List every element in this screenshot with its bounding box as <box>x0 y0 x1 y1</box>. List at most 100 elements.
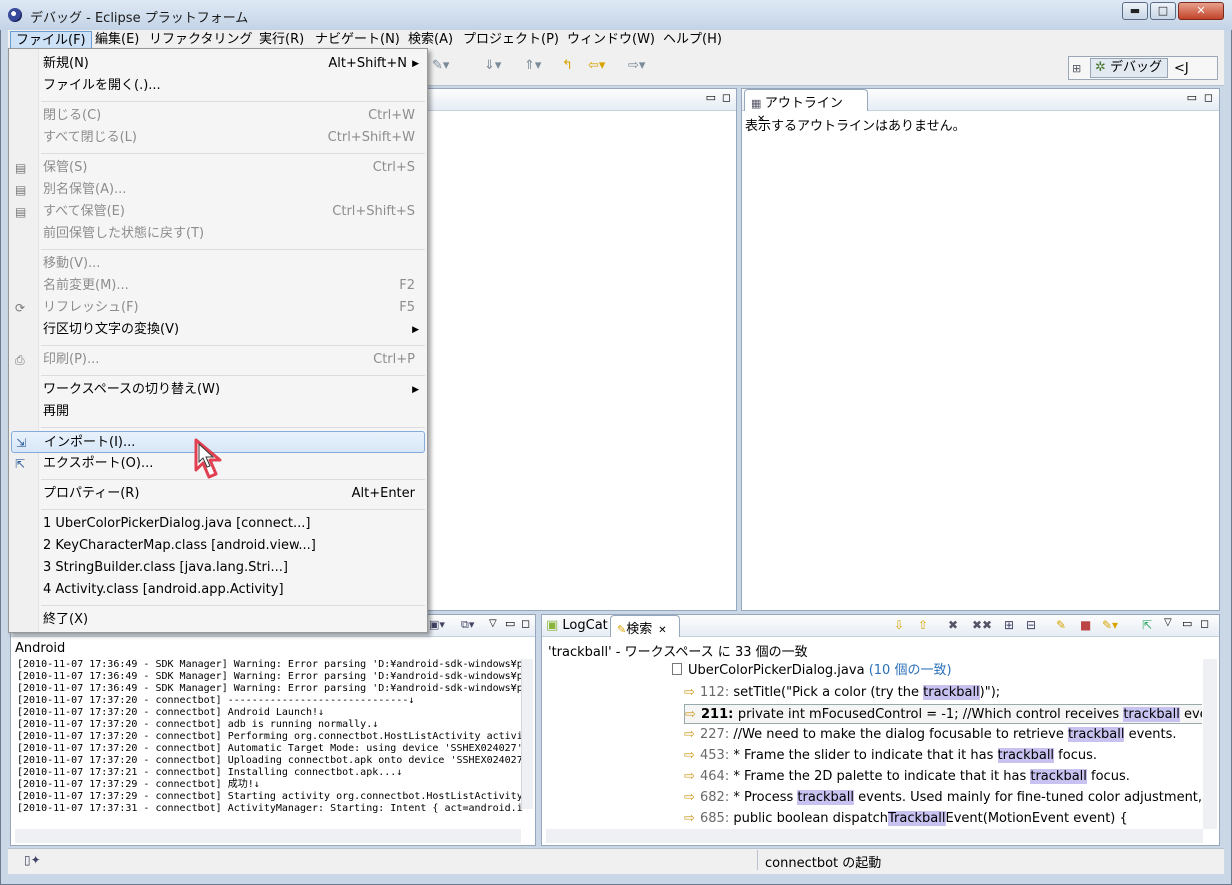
menu-item-convert-line-delimiters[interactable]: 行区切り文字の変換(V) ▶ <box>11 319 425 341</box>
menu-separator <box>41 509 425 510</box>
search-history-icon[interactable]: ✎▾ <box>1102 618 1118 632</box>
search-match-row[interactable]: ⇨ 211: private int mFocusedControl = -1; … <box>684 704 1202 724</box>
next-match-icon[interactable]: ⇩ <box>894 618 904 632</box>
forward-icon[interactable]: ⇨▾ <box>628 58 645 73</box>
menu-accelerator: Ctrl+P <box>373 352 415 367</box>
search-match-row[interactable]: ⇨ 453: * Frame the slider to indicate tha… <box>684 746 1097 766</box>
menu-accelerator: F5 <box>399 300 415 315</box>
menu-item-recent-1[interactable]: 1 UberColorPickerDialog.java [connect...… <box>11 513 425 535</box>
menu-item-save[interactable]: ▤ 保管(S) Ctrl+S <box>11 157 425 179</box>
menu-item-revert[interactable]: 前回保管した状態に戻す(T) <box>11 223 425 245</box>
java-perspective-button[interactable]: <J <box>1174 61 1189 76</box>
menu-item-recent-4[interactable]: 4 Activity.class [android.app.Activity] <box>11 579 425 601</box>
search-match-row[interactable]: ⇨ 682: * Process trackball events. Used m… <box>684 788 1202 808</box>
debug-perspective-button[interactable]: ✲ デバッグ <box>1090 58 1168 78</box>
menu-navigate[interactable]: ナビゲート(N) <box>310 31 405 49</box>
menu-accelerator: Ctrl+S <box>372 160 415 175</box>
expand-all-icon[interactable]: ⊞ <box>1004 618 1014 632</box>
prev-match-icon[interactable]: ⇧ <box>918 618 928 632</box>
search-vertical-scrollbar[interactable] <box>1203 659 1217 829</box>
menu-item-exit[interactable]: 終了(X) <box>11 609 425 631</box>
search-match-row[interactable]: ⇨ 227: //We need to make the dialog focus… <box>684 725 1177 745</box>
fast-view-icon[interactable]: ▯✦ <box>24 853 41 867</box>
menu-label: すべて閉じる(L) <box>43 130 137 145</box>
menu-label: 別名保管(A)... <box>43 182 127 197</box>
search-horizontal-scrollbar[interactable] <box>546 829 1203 843</box>
view-menu-icon[interactable]: ▽ <box>489 618 497 629</box>
maximize-view-icon[interactable]: ◻ <box>1204 91 1213 104</box>
result-file-name: UberColorPickerDialog.java <box>688 663 865 678</box>
search-match-row[interactable]: ⇨ 112: setTitle("Pick a color (try the tr… <box>684 683 1000 703</box>
outline-view: ▦ アウトライン ✕ ▭ ◻ 表示するアウトラインはありません。 <box>741 88 1220 611</box>
console-line: [2010-11-07 17:36:49 - SDK Manager] Warn… <box>17 683 523 694</box>
menu-item-move[interactable]: 移動(V)... <box>11 253 425 275</box>
menu-item-restart[interactable]: 再開 <box>11 401 425 423</box>
menu-run[interactable]: 実行(R) <box>254 31 309 49</box>
back-icon[interactable]: ⇦▾ <box>588 58 605 73</box>
collapse-all-icon[interactable]: ⊟ <box>1026 618 1036 632</box>
open-perspective-icon[interactable]: ⊞ <box>1072 62 1081 75</box>
menu-item-print[interactable]: ⎙ 印刷(P)... Ctrl+P <box>11 349 425 371</box>
menu-item-save-as[interactable]: ▤ 別名保管(A)... <box>11 179 425 201</box>
pin-view-icon[interactable]: ⇱ <box>1142 618 1152 632</box>
menu-item-refresh[interactable]: ⟳ リフレッシュ(F) F5 <box>11 297 425 319</box>
menu-label: 再開 <box>43 404 70 419</box>
last-edit-icon[interactable]: ↰ <box>562 58 573 73</box>
console-vertical-scrollbar[interactable] <box>521 659 533 809</box>
minimize-button[interactable]: ▬ <box>1122 2 1148 20</box>
display-console-icon[interactable]: ▣▾ <box>429 618 445 631</box>
menu-item-rename[interactable]: 名前変更(M)... F2 <box>11 275 425 297</box>
match-arrow-icon: ⇨ <box>684 748 695 763</box>
minimize-view-icon[interactable]: ▭ <box>1187 91 1197 104</box>
menu-item-recent-2[interactable]: 2 KeyCharacterMap.class [android.view...… <box>11 535 425 557</box>
next-annotation-icon[interactable]: ⇓▾ <box>484 58 501 73</box>
tab-logcat[interactable]: ▣ LogCat <box>546 618 608 633</box>
maximize-view-icon[interactable]: ◻ <box>521 617 530 630</box>
view-menu-icon[interactable]: ▽ <box>1164 617 1172 628</box>
console-horizontal-scrollbar[interactable] <box>15 829 521 843</box>
match-text: events. Used mainly for fine-tuned color… <box>858 790 1202 805</box>
menu-item-switch-workspace[interactable]: ワークスペースの切り替え(W) ▶ <box>11 379 425 401</box>
search-match-row[interactable]: ⇨ 685: public boolean dispatchTrackballEv… <box>684 809 1128 829</box>
menu-help[interactable]: ヘルプ(H) <box>658 31 727 49</box>
minimize-view-icon[interactable]: ▭ <box>505 617 515 630</box>
minimize-view-icon[interactable]: ▭ <box>1182 617 1192 630</box>
remove-match-icon[interactable]: ✖ <box>948 618 958 632</box>
menu-item-close-all[interactable]: すべて閉じる(L) Ctrl+Shift+W <box>11 127 425 149</box>
close-button[interactable]: ✕ <box>1178 2 1224 20</box>
result-file-node[interactable]: UberColorPickerDialog.java (10 個の一致) <box>672 661 952 681</box>
menu-refactor[interactable]: リファクタリング <box>144 31 257 49</box>
menu-item-save-all[interactable]: ▤ すべて保管(E) Ctrl+Shift+S <box>11 201 425 223</box>
run-search-icon[interactable]: ✎ <box>1056 618 1066 632</box>
tab-search[interactable]: ✎検索 ✕ <box>610 615 680 637</box>
menu-file[interactable]: ファイル(F) <box>10 31 92 49</box>
menu-item-close[interactable]: 閉じる(C) Ctrl+W <box>11 105 425 127</box>
match-highlight: trackball <box>923 685 980 700</box>
maximize-view-icon[interactable]: ◻ <box>1200 617 1209 630</box>
external-tools-icon[interactable]: ✎▾ <box>432 58 449 73</box>
menu-item-open-file[interactable]: ファイルを開く(.)... <box>11 75 425 97</box>
minimize-view-icon[interactable]: ▭ <box>706 91 716 104</box>
open-console-icon[interactable]: ⧉▾ <box>461 618 474 632</box>
remove-all-icon[interactable]: ✖✖ <box>972 618 992 632</box>
search-match-row[interactable]: ⇨ 464: * Frame the 2D palette to indicate… <box>684 767 1130 787</box>
window-title: デバッグ - Eclipse プラットフォーム <box>30 11 249 26</box>
debug-perspective-label: デバッグ <box>1110 60 1163 75</box>
prev-annotation-icon[interactable]: ⇑▾ <box>524 58 541 73</box>
close-tab-icon[interactable]: ✕ <box>658 625 666 636</box>
menu-item-new[interactable]: 新規(N) Alt+Shift+N ▶ <box>11 53 425 75</box>
maximize-button[interactable]: □ <box>1150 2 1176 20</box>
menu-accelerator: Alt+Enter <box>351 486 415 501</box>
menu-window[interactable]: ウィンドウ(W) <box>562 31 660 49</box>
console-output[interactable]: [2010-11-07 17:36:49 - SDK Manager] Warn… <box>17 659 523 815</box>
cancel-search-icon[interactable]: ■ <box>1080 618 1091 632</box>
menu-item-properties[interactable]: プロパティー(R) Alt+Enter <box>11 483 425 505</box>
search-results-tree[interactable]: UberColorPickerDialog.java (10 個の一致) ⇨ 11… <box>672 661 1202 831</box>
menu-project[interactable]: プロジェクト(P) <box>458 31 564 49</box>
maximize-view-icon[interactable]: ◻ <box>722 91 731 104</box>
submenu-arrow-icon: ▶ <box>412 385 419 395</box>
tab-outline[interactable]: ▦ アウトライン ✕ <box>744 89 868 125</box>
menu-search[interactable]: 検索(A) <box>403 31 458 49</box>
menu-edit[interactable]: 編集(E) <box>90 31 144 49</box>
menu-item-recent-3[interactable]: 3 StringBuilder.class [java.lang.Stri...… <box>11 557 425 579</box>
